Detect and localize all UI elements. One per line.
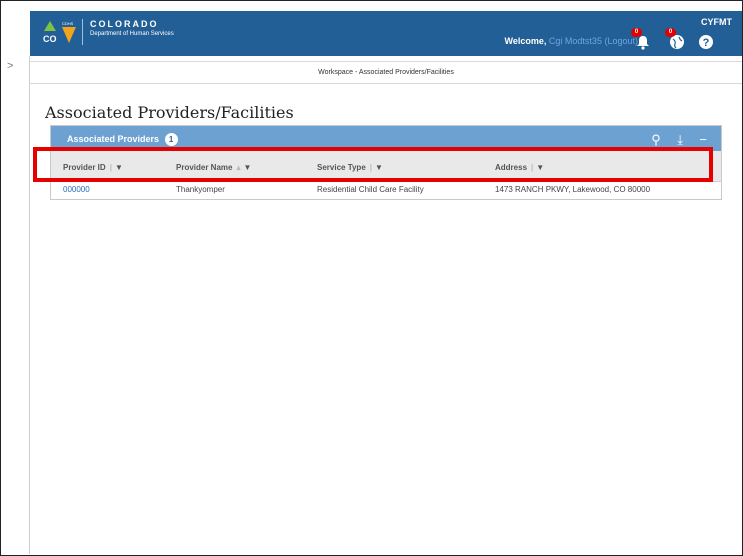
panel-title: Associated Providers 1 bbox=[67, 133, 178, 146]
brand-divider bbox=[82, 19, 83, 45]
provider-id-link[interactable]: 000000 bbox=[63, 185, 90, 194]
help-icon: ? bbox=[699, 35, 713, 49]
app-name: CYFMT bbox=[701, 17, 732, 27]
collapse-icon[interactable]: − bbox=[699, 133, 707, 147]
svg-text:?: ? bbox=[703, 37, 710, 49]
org-subtitle: Department of Human Services bbox=[90, 31, 174, 37]
service-type-cell: Residential Child Care Facility bbox=[317, 185, 424, 194]
welcome-message: Welcome, Cgi Modtst35 (Logout) bbox=[505, 36, 638, 46]
help-button[interactable]: ? bbox=[698, 34, 716, 52]
page-title: Associated Providers/Facilities bbox=[45, 103, 294, 122]
svg-text:CO: CO bbox=[43, 34, 57, 44]
red-highlight-box bbox=[33, 147, 713, 182]
address-cell: 1473 RANCH PKWY, Lakewood, CO 80000 bbox=[495, 185, 651, 194]
top-header: CO CDHS COLORADO Department of Human Ser… bbox=[30, 11, 742, 56]
chevron-right-icon: > bbox=[7, 60, 14, 72]
sidebar-toggle[interactable]: > bbox=[0, 56, 30, 554]
provider-count-badge: 1 bbox=[164, 133, 178, 146]
download-icon[interactable]: ⤓ bbox=[677, 133, 683, 147]
workspace-breadcrumb: Workspace - Associated Providers/Facilit… bbox=[30, 61, 742, 84]
colorado-logo: CO CDHS bbox=[43, 21, 76, 44]
notifications-badge: 0 bbox=[631, 28, 642, 37]
globe-badge: 0 bbox=[665, 28, 676, 37]
welcome-prefix: Welcome, bbox=[504, 36, 547, 46]
brand-text: COLORADO Department of Human Services bbox=[90, 19, 174, 37]
search-icon[interactable]: ⚲ bbox=[651, 133, 661, 147]
org-name: COLORADO bbox=[90, 19, 159, 29]
logout-link[interactable]: (Logout) bbox=[604, 36, 638, 46]
table-row[interactable]: 000000 Thankyomper Residential Child Car… bbox=[51, 182, 721, 198]
provider-name-cell: Thankyomper bbox=[176, 185, 225, 194]
globe-button[interactable]: 0 bbox=[665, 28, 686, 51]
svg-text:CDHS: CDHS bbox=[62, 21, 74, 26]
panel-title-text: Associated Providers bbox=[67, 133, 160, 144]
user-name-link[interactable]: Cgi Modtst35 bbox=[549, 36, 602, 46]
notifications-button[interactable]: 0 bbox=[631, 28, 652, 51]
